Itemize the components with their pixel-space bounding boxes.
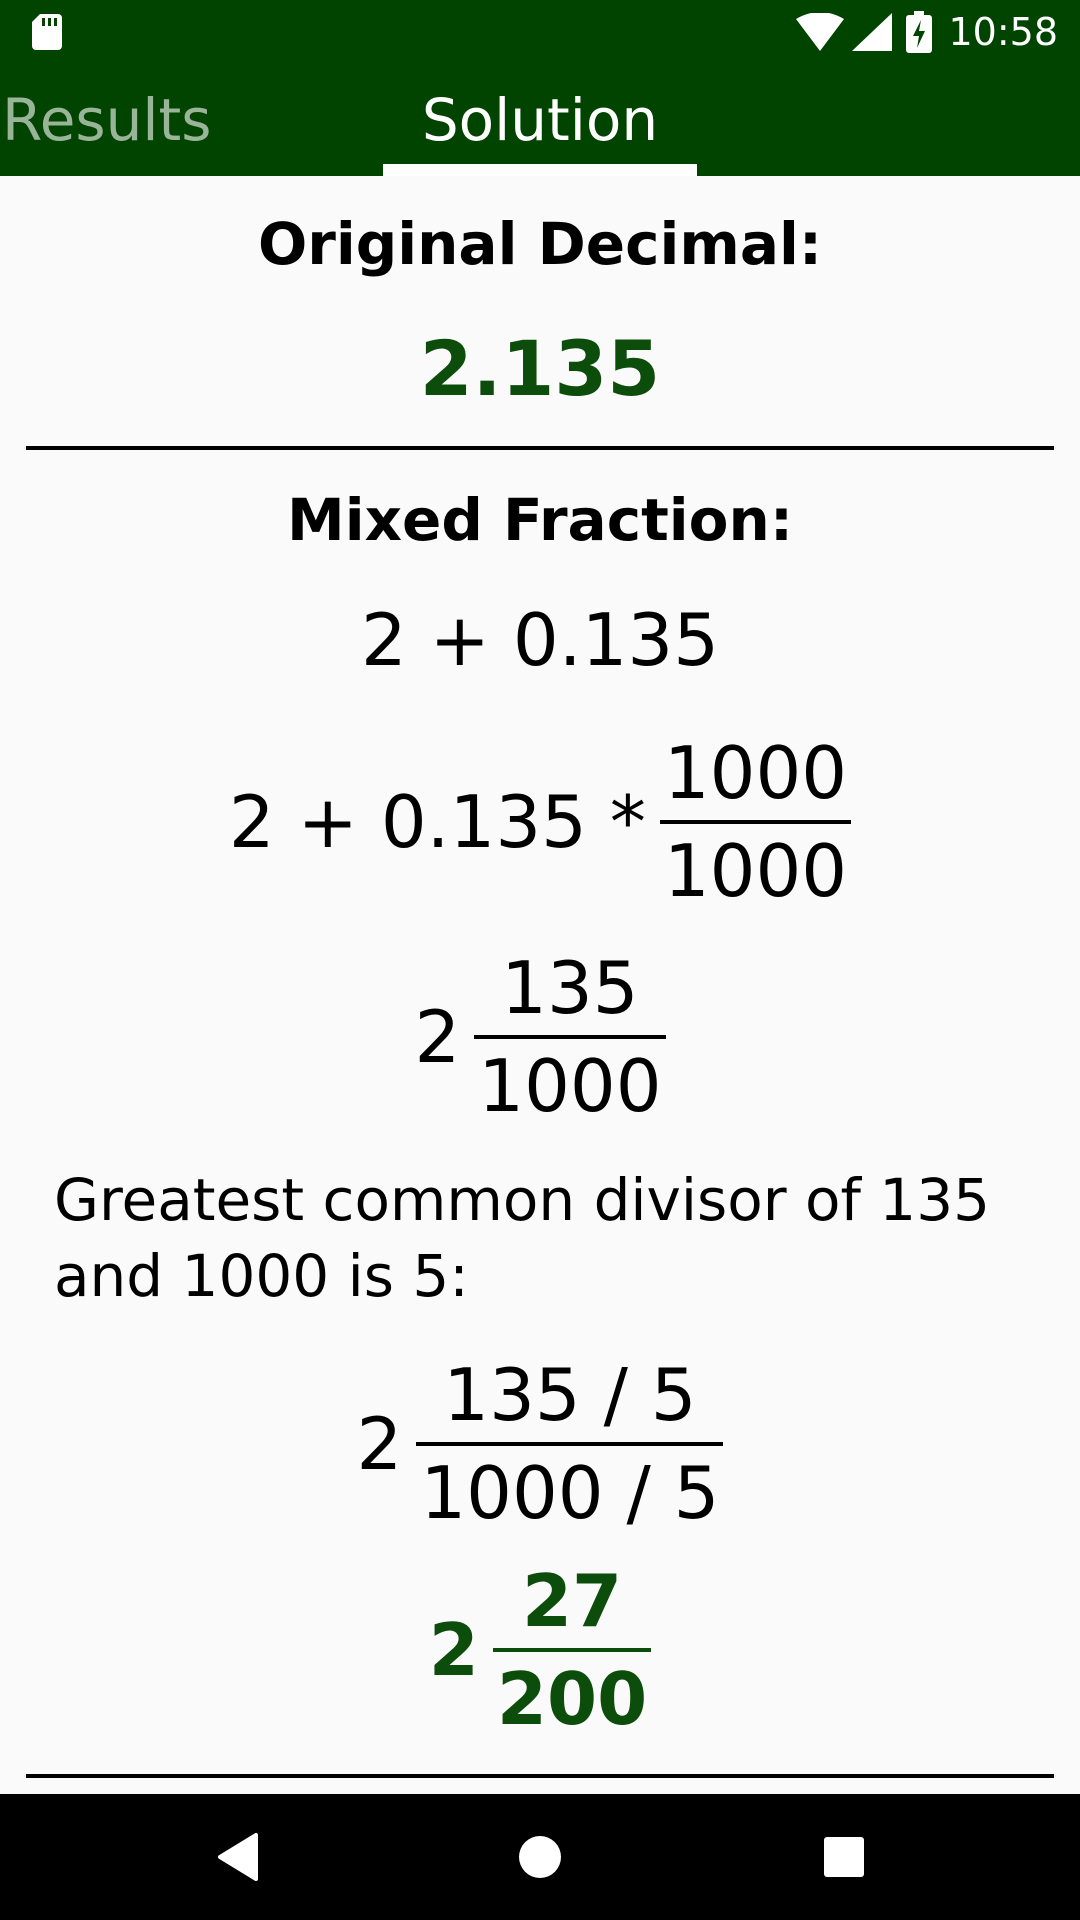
battery-charging-icon (906, 11, 933, 53)
original-decimal-value: 2.135 (419, 324, 661, 413)
step-whole-plus-decimal: 2 + 0.135 (360, 598, 720, 682)
step2-fraction: 1000 1000 (659, 726, 852, 918)
step-multiply-fraction: 2 + 0.135 * 1000 1000 (0, 726, 1080, 918)
step4-whole: 2 (356, 1402, 403, 1486)
wifi-icon (796, 13, 845, 51)
mixed-fraction-heading: Mixed Fraction: (286, 486, 794, 554)
step4-denominator: 1000 / 5 (420, 1451, 720, 1535)
status-bar: 10:58 (0, 0, 1080, 64)
result-whole: 2 (428, 1608, 479, 1692)
navigation-bar (0, 1794, 1080, 1920)
step2-numerator: 1000 (663, 731, 848, 815)
home-icon[interactable] (514, 1831, 566, 1883)
step3-whole: 2 (414, 995, 461, 1079)
divider (26, 446, 1054, 450)
step-divide-by-gcd: 2 135 / 5 1000 / 5 (0, 1348, 1080, 1540)
result-mixed-fraction: 2 27 200 (0, 1554, 1080, 1746)
result-fraction: 27 200 (492, 1554, 652, 1746)
step3-numerator: 135 (501, 946, 639, 1030)
gcd-explanation: Greatest common divisor of 135 and 1000 … (54, 1166, 991, 1310)
tab-indicator (383, 164, 697, 176)
tab-results[interactable]: Results (2, 64, 211, 176)
step3-denominator: 1000 (478, 1044, 662, 1128)
sd-card-icon (32, 14, 62, 50)
tab-solution[interactable]: Solution (383, 64, 697, 176)
status-time: 10:58 (948, 10, 1058, 54)
result-numerator: 27 (521, 1559, 623, 1643)
cell-signal-icon (852, 13, 893, 51)
step2-prefix: 2 + 0.135 * (228, 780, 646, 864)
result-denominator: 200 (496, 1657, 648, 1741)
divider (26, 1774, 1054, 1778)
step3-fraction: 135 1000 (474, 941, 666, 1133)
tab-bar: Results Solution (0, 64, 1080, 176)
solution-content: Original Decimal: 2.135 Mixed Fraction: … (0, 176, 1080, 1794)
original-decimal-heading: Original Decimal: (257, 210, 823, 278)
step2-denominator: 1000 (663, 829, 848, 913)
step4-numerator: 135 / 5 (443, 1353, 697, 1437)
back-icon[interactable] (214, 1831, 266, 1883)
recents-icon[interactable] (818, 1831, 870, 1883)
step4-fraction: 135 / 5 1000 / 5 (416, 1348, 724, 1540)
step-unsimplified-fraction: 2 135 1000 (0, 941, 1080, 1133)
